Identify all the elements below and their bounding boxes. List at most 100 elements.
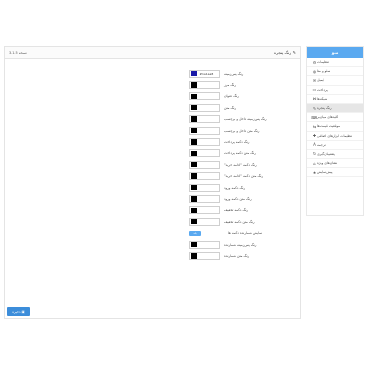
color-picker-input[interactable] bbox=[189, 137, 220, 146]
setting-row: رنگ دکمه پرداخت bbox=[189, 137, 299, 146]
color-picker-input[interactable] bbox=[189, 115, 220, 124]
color-swatch bbox=[191, 82, 197, 88]
refresh-icon: ↻ bbox=[312, 151, 317, 157]
sidebar-item[interactable]: ◍ سئو و متا bbox=[307, 67, 363, 77]
color-swatch bbox=[191, 207, 197, 214]
color-picker-input[interactable]: #1a1aa8 bbox=[189, 69, 220, 78]
sidebar-item-label: تنظیمات bbox=[317, 60, 329, 65]
settings-panel: نسخه 3.1.5 رنگ پنجره ✎ #1a1aa8 رنگ پس‌زمی… bbox=[4, 46, 301, 319]
sidebar-item[interactable]: ✎ رنگ پنجره bbox=[307, 103, 363, 114]
color-picker-input[interactable] bbox=[189, 103, 220, 112]
setting-label: رنگ پس‌زمینه داخل و برچسب bbox=[224, 117, 267, 122]
color-swatch bbox=[191, 218, 197, 225]
save-button-label: ذخیره bbox=[12, 309, 21, 314]
sidebar-item-label: موقعیت قیمت‌ها bbox=[317, 124, 341, 129]
sidebar-item[interactable]: ↻ پشتیبان‌گیری bbox=[307, 150, 363, 160]
setting-row: رنگ دکمه تخفیف bbox=[189, 206, 299, 215]
color-picker-input[interactable] bbox=[189, 80, 220, 89]
color-swatch bbox=[191, 196, 197, 202]
sidebar-item-label: رنگ پنجره bbox=[317, 106, 332, 111]
envelope-icon: ✉ bbox=[312, 77, 317, 83]
setting-label: نمایش شمارنده دکمه ها bbox=[228, 231, 263, 236]
color-picker-input[interactable] bbox=[189, 149, 220, 158]
setting-row: رنگ متن دکمه "ادامه خرید" bbox=[189, 172, 299, 181]
color-swatch bbox=[191, 173, 197, 179]
translate-icon: A bbox=[313, 142, 316, 148]
color-swatch bbox=[191, 104, 197, 111]
panel-title: رنگ پنجره ✎ bbox=[274, 50, 296, 55]
save-icon: ▣ bbox=[21, 309, 25, 314]
color-picker-input[interactable] bbox=[189, 251, 220, 260]
setting-row: رنگ پس‌زمینه شمارنده bbox=[189, 240, 299, 249]
sidebar-item[interactable]: ⌂ نشان‌های ویژه bbox=[307, 159, 363, 169]
sidebar-item[interactable]: ★ پیش‌نمایش bbox=[307, 168, 363, 178]
sidebar-item-label: ایمیل bbox=[317, 78, 325, 83]
color-picker-input[interactable] bbox=[189, 240, 220, 249]
sidebar-item[interactable]: ⚙ تنظیمات bbox=[307, 58, 363, 68]
color-swatch bbox=[191, 116, 197, 122]
color-picker-input[interactable] bbox=[189, 160, 220, 169]
sidebar-item-label: شبکه‌ها bbox=[317, 96, 328, 101]
sidebar: منو ⚙ تنظیمات ◍ سئو و متا ✉ ایمیل ▭ پرداخت ⋈ شبکه… bbox=[306, 46, 364, 216]
panel-header: نسخه 3.1.5 رنگ پنجره ✎ bbox=[5, 47, 300, 59]
color-picker-input[interactable] bbox=[189, 194, 220, 203]
color-picker-input[interactable] bbox=[189, 92, 220, 101]
setting-label: رنگ متن دکمه "ادامه خرید" bbox=[224, 174, 264, 179]
pencil-icon: ✎ bbox=[312, 105, 317, 111]
setting-label: رنگ متن دکمه پرداخت bbox=[224, 151, 256, 156]
share-icon: ⋈ bbox=[312, 96, 317, 102]
toggle-switch[interactable]: بله bbox=[189, 230, 201, 236]
color-swatch bbox=[191, 241, 197, 248]
setting-label: رنگ دکمه تخفیف bbox=[224, 208, 249, 213]
arrows-icon: ⇆ bbox=[312, 123, 317, 129]
setting-label: رنگ عنوان bbox=[224, 94, 239, 99]
color-swatch bbox=[191, 161, 197, 168]
sidebar-item-label: سئو و متا bbox=[317, 69, 331, 74]
setting-row: بله نمایش شمارنده دکمه ها bbox=[189, 229, 299, 238]
sidebar-item[interactable]: ⋈ شبکه‌ها bbox=[307, 95, 363, 104]
sidebar-item[interactable]: ✉ ایمیل bbox=[307, 76, 363, 86]
color-swatch bbox=[191, 150, 197, 157]
setting-row: رنگ متن شمارنده bbox=[189, 251, 299, 260]
setting-row: #1a1aa8 رنگ پس‌زمینه bbox=[189, 69, 299, 78]
keyboard-icon: ⌨ bbox=[311, 114, 317, 120]
sidebar-item[interactable]: ✚ تنظیمات ابزارهای اضافی bbox=[307, 132, 363, 141]
color-picker-input[interactable] bbox=[189, 217, 220, 226]
color-picker-input[interactable] bbox=[189, 206, 220, 215]
setting-label: رنگ متن دکمه ورود bbox=[224, 196, 252, 201]
setting-label: رنگ متن دکمه تخفیف bbox=[224, 219, 255, 224]
pencil-icon: ✎ bbox=[292, 50, 296, 55]
setting-row: رنگ متن دکمه ورود bbox=[189, 194, 299, 203]
setting-row: رنگ پس‌زمینه داخل و برچسب bbox=[189, 115, 299, 124]
color-swatch bbox=[191, 139, 197, 145]
sidebar-item-label: نشان‌های ویژه bbox=[317, 161, 338, 166]
sidebar-menu: ⚙ تنظیمات ◍ سئو و متا ✉ ایمیل ▭ پرداخت ⋈ شبکه‌ها ✎… bbox=[307, 58, 363, 178]
color-swatch bbox=[191, 253, 197, 259]
setting-label: رنگ پس‌زمینه شمارنده bbox=[224, 242, 257, 247]
sidebar-item[interactable]: ▭ پرداخت bbox=[307, 86, 363, 95]
setting-row: رنگ متن bbox=[189, 103, 299, 112]
sidebar-item[interactable]: A ترجمه bbox=[307, 141, 363, 150]
sidebar-item[interactable]: ⇆ موقعیت قیمت‌ها bbox=[307, 122, 363, 132]
color-swatch bbox=[191, 184, 197, 191]
setting-label: رنگ متن bbox=[224, 105, 237, 110]
color-picker-input[interactable] bbox=[189, 183, 220, 192]
sidebar-item-label: تنظیمات ابزارهای اضافی bbox=[317, 133, 353, 138]
setting-row: رنگ متن دکمه تخفیف bbox=[189, 217, 299, 226]
gear-icon: ⚙ bbox=[312, 59, 317, 65]
setting-label: رنگ دکمه پرداخت bbox=[224, 139, 250, 144]
color-picker-input[interactable] bbox=[189, 126, 220, 135]
sidebar-item[interactable]: ⌨ کلیدهای میان‌بر bbox=[307, 113, 363, 123]
save-button[interactable]: ذخیره ▣ bbox=[7, 307, 30, 316]
setting-label: رنگ متن شمارنده bbox=[224, 253, 250, 258]
sidebar-item-label: ترجمه bbox=[317, 142, 326, 147]
sidebar-item-label: پشتیبان‌گیری bbox=[317, 151, 335, 156]
setting-row: رنگ دکمه "ادامه خرید" bbox=[189, 160, 299, 169]
color-swatch bbox=[191, 93, 197, 100]
setting-row: رنگ مرز bbox=[189, 80, 299, 89]
setting-row: رنگ عنوان bbox=[189, 92, 299, 101]
setting-label: رنگ دکمه "ادامه خرید" bbox=[224, 162, 257, 167]
setting-row: رنگ متن داخل و برچسب bbox=[189, 126, 299, 135]
color-picker-input[interactable] bbox=[189, 172, 220, 181]
setting-label: رنگ دکمه ورود bbox=[224, 185, 246, 190]
